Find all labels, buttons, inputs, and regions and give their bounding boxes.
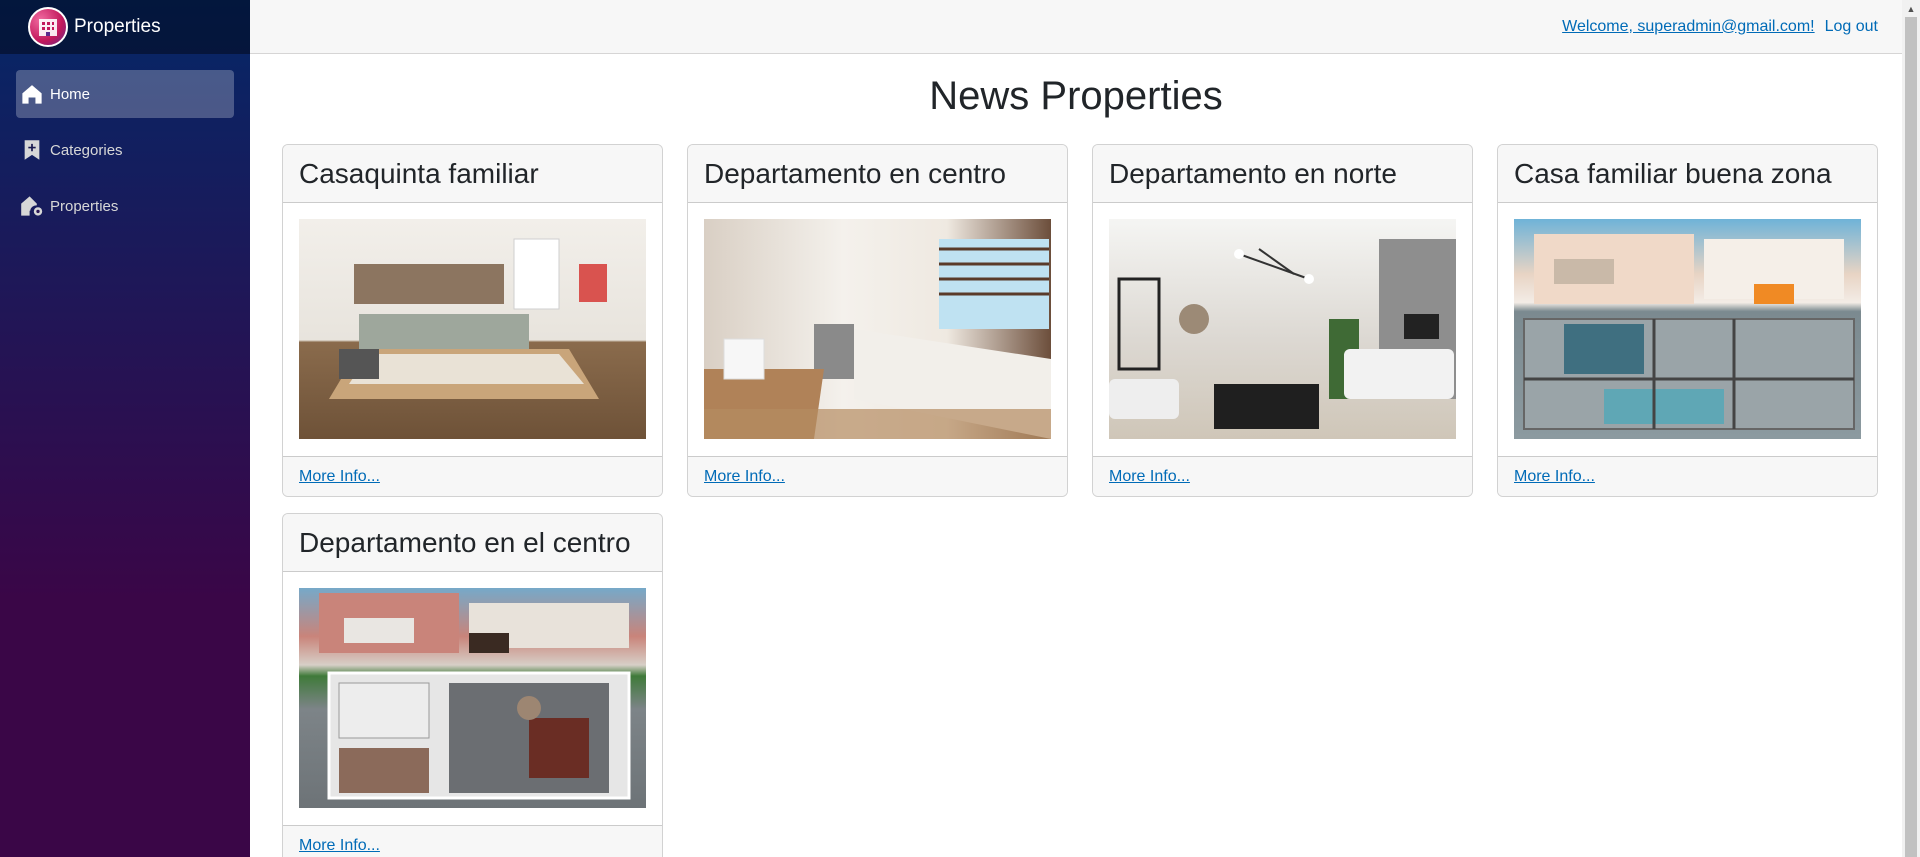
- bookmark-plus-icon: [16, 139, 48, 161]
- sidebar-item-label: Properties: [50, 197, 119, 215]
- sidebar-item-home[interactable]: Home: [16, 70, 234, 118]
- card-body: [1093, 203, 1472, 456]
- card-title: Departamento en norte: [1093, 145, 1472, 203]
- card-title: Casaquinta familiar: [283, 145, 662, 203]
- property-card: Departamento en centro More Info...: [687, 144, 1068, 497]
- sidebar-nav: Home Categories Properties: [0, 54, 250, 230]
- house-gear-icon: [16, 195, 48, 217]
- property-image: [299, 588, 646, 808]
- sidebar-item-properties[interactable]: Properties: [16, 182, 234, 230]
- brand-title: Properties: [74, 16, 161, 37]
- card-footer: More Info...: [283, 456, 662, 496]
- card-body: [283, 572, 662, 825]
- brand[interactable]: Properties: [0, 0, 250, 54]
- more-info-link[interactable]: More Info...: [299, 837, 380, 855]
- building-logo-icon: [28, 7, 68, 47]
- top-bar: Welcome, superadmin@gmail.com! Log out: [250, 0, 1902, 54]
- sidebar-item-categories[interactable]: Categories: [16, 126, 234, 174]
- property-card: Casa familiar buena zona More Info...: [1497, 144, 1878, 497]
- card-title: Departamento en el centro: [283, 514, 662, 572]
- more-info-link[interactable]: More Info...: [1109, 468, 1190, 486]
- property-grid: Casaquinta familiar More Info... Departa…: [282, 144, 1879, 857]
- card-footer: More Info...: [1498, 456, 1877, 496]
- welcome-link[interactable]: Welcome, superadmin@gmail.com!: [1562, 18, 1814, 36]
- sidebar-item-label: Home: [50, 85, 91, 103]
- scrollbar[interactable]: ▲: [1902, 0, 1920, 857]
- scroll-up-arrow-icon[interactable]: ▲: [1902, 0, 1920, 17]
- more-info-link[interactable]: More Info...: [299, 468, 380, 486]
- property-card: Casaquinta familiar More Info...: [282, 144, 663, 497]
- property-card: Departamento en el centro More Info...: [282, 513, 663, 857]
- page-title: News Properties: [929, 74, 1223, 118]
- more-info-link[interactable]: More Info...: [704, 468, 785, 486]
- card-body: [283, 203, 662, 456]
- card-footer: More Info...: [688, 456, 1067, 496]
- property-card: Departamento en norte More Info...: [1092, 144, 1473, 497]
- property-image: [704, 219, 1051, 439]
- sidebar-item-label: Categories: [50, 141, 123, 159]
- sidebar: Properties Home Categories Properties: [0, 0, 250, 857]
- card-body: [688, 203, 1067, 456]
- home-icon: [16, 83, 48, 105]
- card-title: Casa familiar buena zona: [1498, 145, 1877, 203]
- card-footer: More Info...: [283, 825, 662, 857]
- property-image: [1109, 219, 1456, 439]
- logout-link[interactable]: Log out: [1825, 18, 1878, 36]
- main-content: News Properties Casaquinta familiar More…: [250, 54, 1902, 857]
- more-info-link[interactable]: More Info...: [1514, 468, 1595, 486]
- property-image: [299, 219, 646, 439]
- card-footer: More Info...: [1093, 456, 1472, 496]
- scrollbar-thumb[interactable]: [1905, 17, 1917, 857]
- property-image: [1514, 219, 1861, 439]
- card-title: Departamento en centro: [688, 145, 1067, 203]
- card-body: [1498, 203, 1877, 456]
